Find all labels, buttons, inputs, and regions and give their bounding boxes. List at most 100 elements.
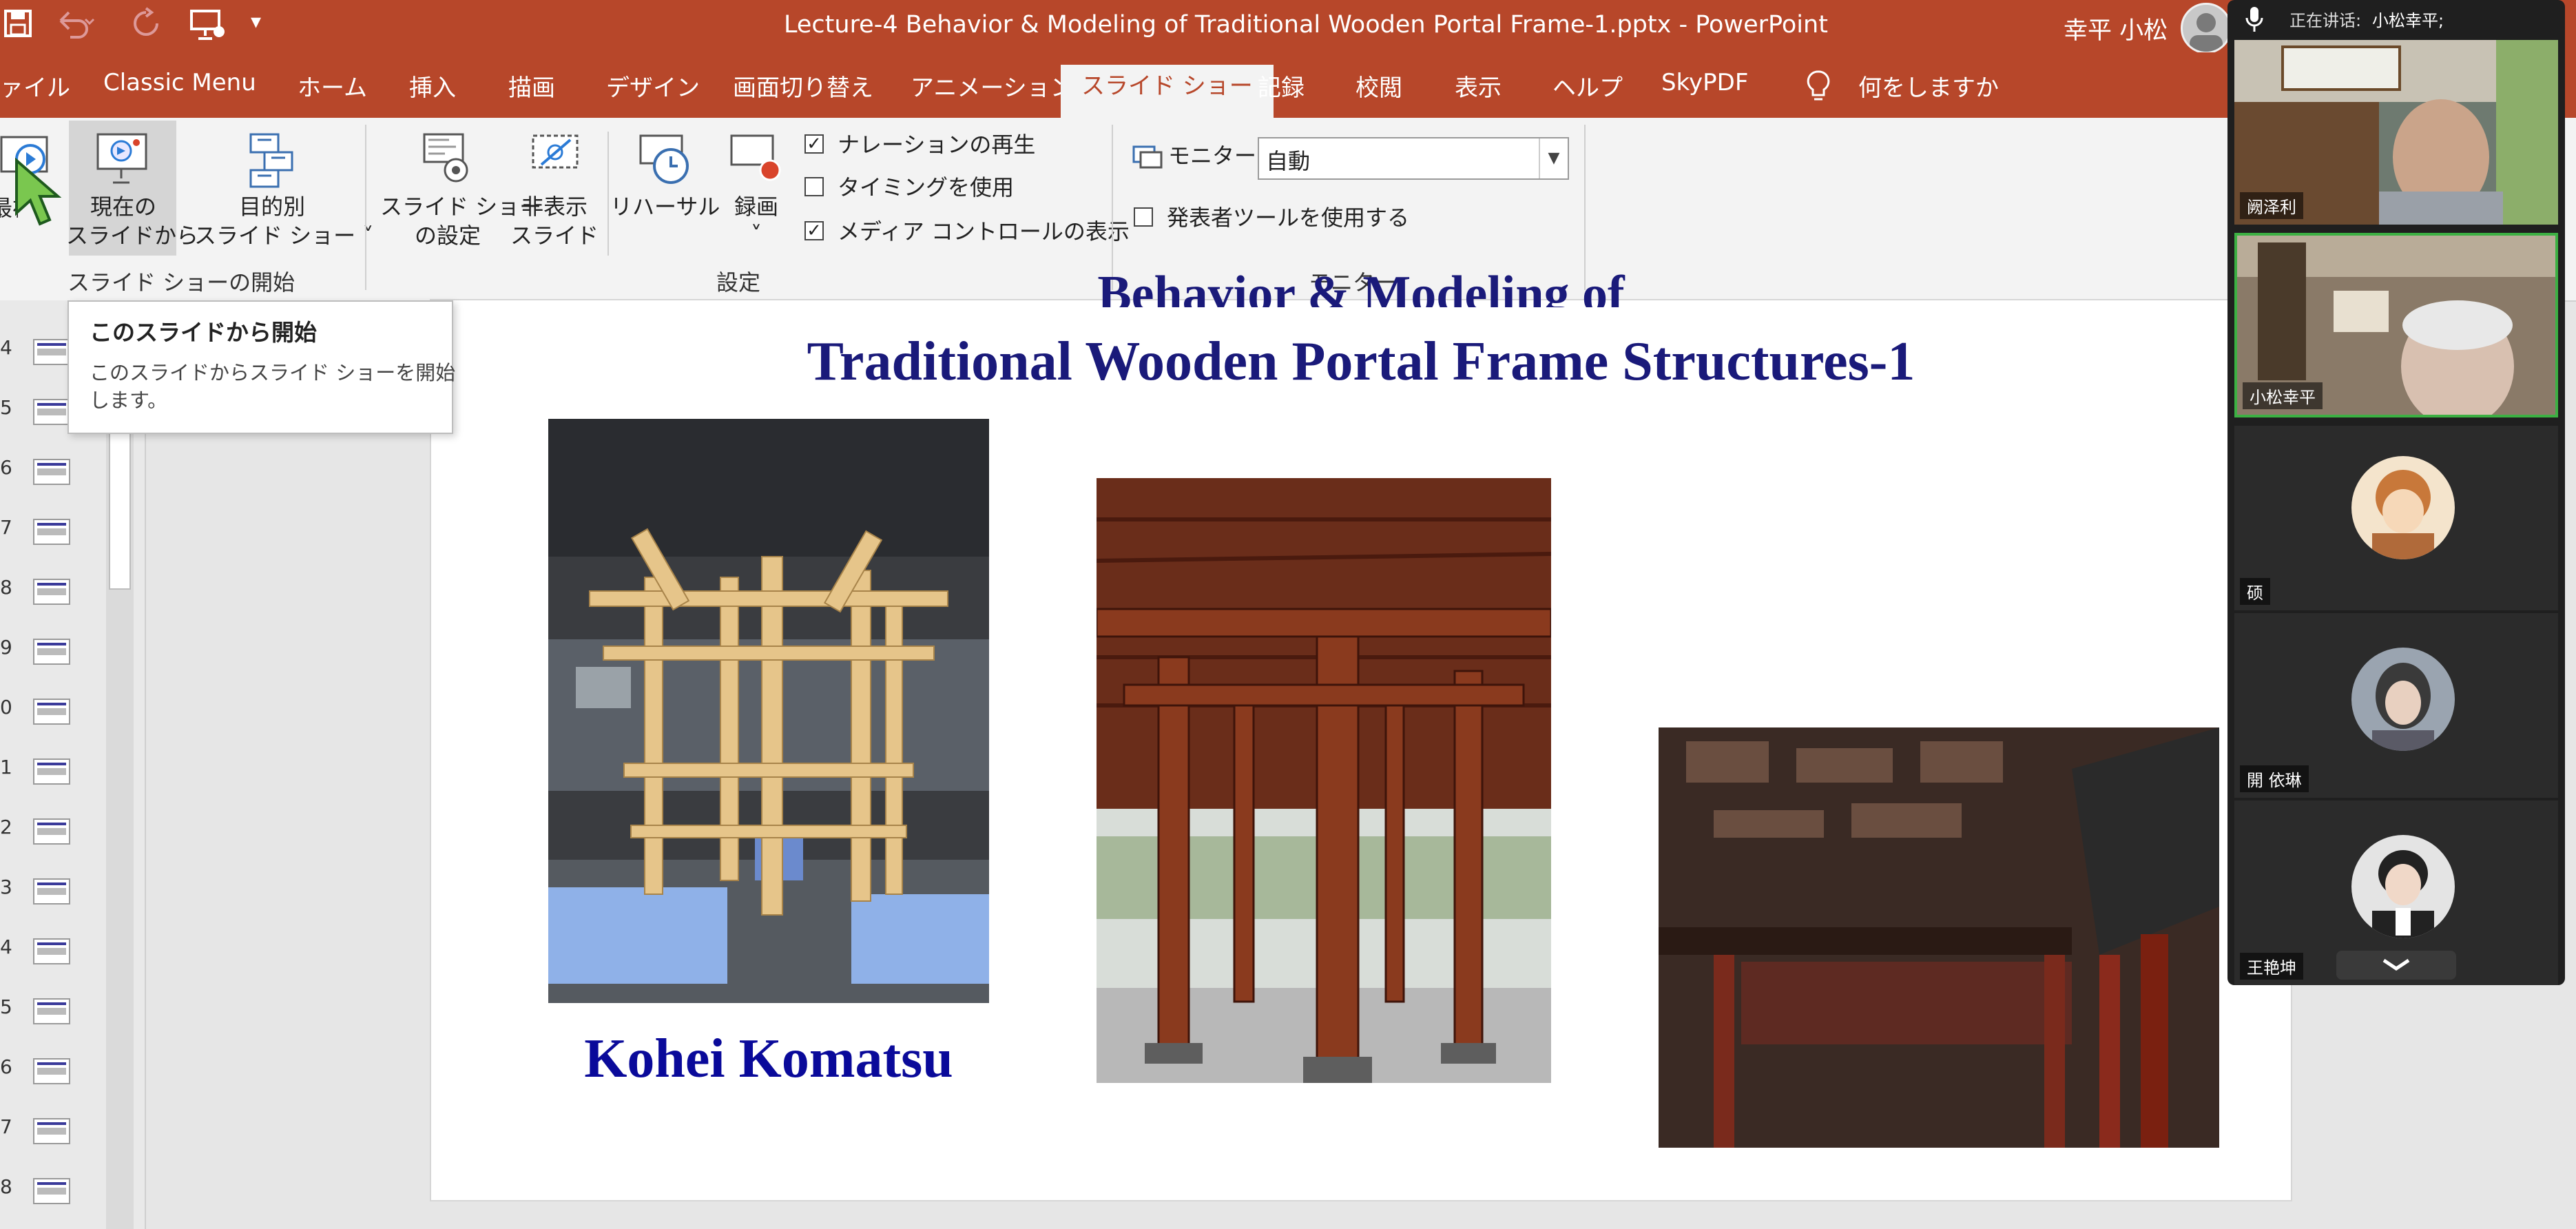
slide-thumbnail[interactable] — [33, 339, 70, 365]
setup-slideshow-icon — [417, 130, 475, 191]
lightbulb-icon[interactable] — [1805, 69, 1832, 106]
slide-thumbnail[interactable] — [33, 758, 70, 785]
tab-file[interactable]: ァイル — [0, 69, 70, 103]
tell-me-search[interactable]: 何をしますか — [1858, 69, 1999, 103]
avatar-tile[interactable]: 硕 — [2234, 426, 2558, 610]
slide-thumbnail[interactable] — [33, 399, 70, 425]
slide-number: 3 — [0, 876, 12, 898]
setup-slideshow-button[interactable]: スライド ショー — [380, 192, 541, 221]
participant-name: 硕 — [2240, 578, 2270, 605]
slide-thumbnail[interactable] — [33, 998, 70, 1024]
tab-view[interactable]: 表示 — [1455, 69, 1502, 103]
redo-icon[interactable] — [131, 7, 161, 48]
slide-thumbnail-pane: 4 5 6 7 8 9 0 1 2 3 4 5 6 7 8 — [0, 300, 146, 1229]
slide-thumbnail[interactable] — [33, 519, 70, 545]
mouse-cursor-icon — [12, 157, 74, 236]
use-timings-checkbox[interactable] — [804, 177, 824, 196]
participant-name: 開 依琳 — [2240, 765, 2309, 792]
slide-number: 5 — [0, 396, 12, 419]
group-label-start: スライド ショーの開始 — [67, 269, 295, 296]
photo-lab-test-frame — [548, 419, 989, 1003]
slide-thumbnail[interactable] — [33, 818, 70, 845]
tab-classic-menu[interactable]: Classic Menu — [103, 69, 256, 96]
media-controls-checkbox[interactable]: ✓ — [804, 221, 824, 240]
meeting-video-panel: 正在讲话: 小松幸平; 阙泽利 小松幸平 硕 開 依琳 王艳坤 — [2227, 0, 2565, 985]
participant-name: 阙泽利 — [2240, 192, 2303, 219]
slide-number: 8 — [0, 576, 12, 599]
undo-icon[interactable] — [55, 7, 96, 48]
tab-skypdf[interactable]: SkyPDF — [1661, 69, 1748, 96]
slide-number: 6 — [0, 1055, 12, 1078]
monitor-icon — [1132, 144, 1163, 174]
tab-record[interactable]: 記録 — [1258, 69, 1305, 103]
hide-slide-icon — [528, 130, 585, 191]
slide-number: 0 — [0, 696, 12, 719]
slide-number: 7 — [0, 516, 12, 539]
title-bar: ▾ Lecture-4 Behavior & Modeling of Tradi… — [0, 0, 2576, 54]
slide-thumbnail[interactable] — [33, 878, 70, 905]
tab-transitions[interactable]: 画面切り替え — [733, 69, 873, 103]
customize-qat-icon[interactable]: ▾ — [251, 10, 261, 34]
record-button[interactable]: 録画 — [723, 192, 789, 221]
slide-number: 4 — [0, 936, 12, 958]
slide-thumbnail[interactable] — [33, 1178, 70, 1204]
tab-insert[interactable]: 挿入 — [409, 69, 456, 103]
from-current-slide-icon — [94, 130, 152, 191]
slide-title-line2: Traditional Wooden Portal Frame Structur… — [807, 331, 1915, 392]
rehearse-timings-button[interactable]: リハーサル — [610, 192, 720, 221]
tooltip-title: このスライドから開始 — [90, 319, 317, 346]
user-avatar[interactable] — [2181, 3, 2232, 54]
chevron-down-icon[interactable] — [2336, 951, 2456, 980]
slide-thumbnail[interactable] — [33, 1118, 70, 1144]
monitor-select[interactable]: 自動 ▼ — [1258, 137, 1569, 180]
pane-scrollbar[interactable] — [106, 300, 134, 1229]
narration-checkbox[interactable]: ✓ — [804, 134, 824, 154]
slide-thumbnail[interactable] — [33, 459, 70, 485]
save-icon[interactable] — [3, 8, 33, 46]
participant-name: 王艳坤 — [2240, 953, 2303, 980]
microphone-icon[interactable] — [2244, 6, 2265, 36]
custom-slideshow-button[interactable]: 目的別 — [214, 192, 331, 221]
chevron-down-icon[interactable]: ▼ — [1539, 138, 1568, 178]
ribbon-tabs: ァイル Classic Menu ホーム 挿入 描画 デザイン 画面切り替え ア… — [0, 52, 2576, 118]
photo-temple-ceiling — [1659, 727, 2219, 1148]
user-name[interactable]: 幸平 小松 — [2064, 11, 2168, 46]
video-tile[interactable]: 阙泽利 — [2234, 40, 2558, 225]
slide-number: 1 — [0, 756, 12, 778]
slide-number: 9 — [0, 636, 12, 659]
slide-thumbnail[interactable] — [33, 1058, 70, 1084]
slide-number: 7 — [0, 1115, 12, 1138]
avatar — [2351, 835, 2455, 938]
tab-review[interactable]: 校閲 — [1355, 69, 1402, 103]
rehearse-timings-icon — [638, 132, 696, 192]
avatar-tile[interactable]: 開 依琳 — [2234, 613, 2558, 798]
tab-help[interactable]: ヘルプ — [1552, 69, 1623, 103]
photo-wooden-pavilion — [1097, 478, 1551, 1083]
slide-title-line1: Behavior & Modeling of — [1097, 269, 1625, 307]
slide-thumbnail[interactable] — [33, 699, 70, 725]
tab-home[interactable]: ホーム — [298, 69, 367, 103]
slide-thumbnail[interactable] — [33, 938, 70, 964]
avatar — [2351, 648, 2455, 751]
slide-thumbnail[interactable] — [33, 639, 70, 665]
tab-animations[interactable]: アニメーション — [911, 69, 1074, 103]
monitor-select-value: 自動 — [1266, 148, 1311, 174]
tooltip-body-line1: このスライドからスライド ショーを開始 — [90, 361, 456, 384]
presenter-view-checkbox[interactable] — [1134, 207, 1153, 227]
custom-show-icon — [244, 132, 302, 192]
tab-slideshow[interactable]: スライド ショー — [1061, 65, 1274, 118]
tooltip-body-line2: します。 — [90, 389, 168, 412]
present-icon[interactable] — [189, 7, 227, 49]
slide-number: 2 — [0, 816, 12, 838]
tab-draw[interactable]: 描画 — [508, 69, 555, 103]
participant-name: 小松幸平 — [2243, 382, 2323, 409]
slide-canvas[interactable]: Behavior & Modeling of Traditional Woode… — [431, 269, 2291, 1200]
avatar — [2351, 456, 2455, 559]
slide-thumbnail[interactable] — [33, 579, 70, 605]
hide-slide-button[interactable]: 非表示 — [510, 192, 599, 221]
tab-design[interactable]: デザイン — [606, 69, 700, 103]
slide-number: 8 — [0, 1175, 12, 1198]
slide-number: 5 — [0, 995, 12, 1018]
tooltip: このスライドから開始 このスライドからスライド ショーを開始 します。 — [67, 300, 456, 434]
video-tile-active[interactable]: 小松幸平 — [2234, 233, 2558, 417]
